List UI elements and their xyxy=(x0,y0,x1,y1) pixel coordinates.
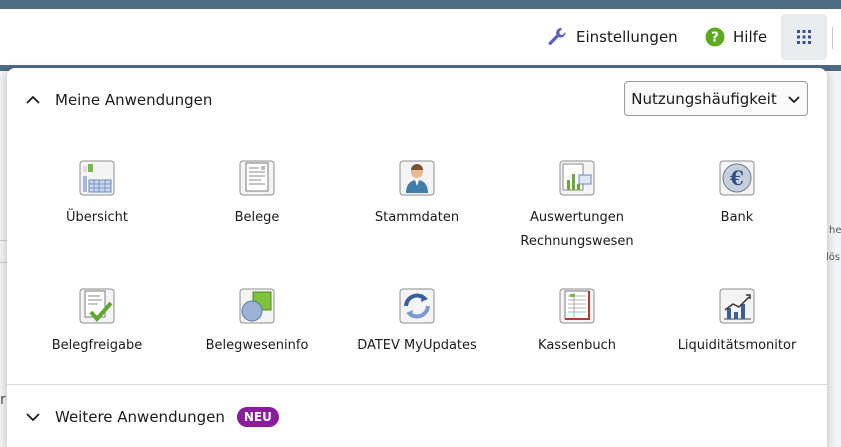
more-apps-title: Weitere Anwendungen xyxy=(55,408,225,426)
updates-icon xyxy=(399,288,435,324)
receipts-icon xyxy=(239,160,275,196)
app-label: Übersicht xyxy=(66,210,128,225)
reports-icon xyxy=(559,160,595,196)
help-icon: ? xyxy=(705,27,725,47)
svg-text:?: ? xyxy=(711,31,719,46)
my-apps-header[interactable]: Meine Anwendungen xyxy=(25,86,212,114)
sort-dropdown[interactable]: Nutzungshäufigkeit xyxy=(624,81,808,116)
chevron-down-icon xyxy=(26,413,40,422)
app-label: Belege xyxy=(234,210,280,225)
app-tile-overview[interactable]: Übersicht xyxy=(27,158,167,230)
euro-icon: € xyxy=(719,160,755,196)
cashbook-icon xyxy=(559,288,595,324)
settings-label: Einstellungen xyxy=(576,28,678,46)
sort-dropdown-label: Nutzungshäufigkeit xyxy=(631,89,777,108)
receipt-approval-icon xyxy=(79,288,115,324)
background-text: r xyxy=(0,392,6,408)
help-button[interactable]: ? Hilfe xyxy=(705,9,767,65)
top-bar: Einstellungen ? Hilfe xyxy=(0,9,841,65)
app-tile-cashbook[interactable]: Kassenbuch xyxy=(507,286,647,358)
app-grid-icon xyxy=(797,30,811,44)
app-label: Belegfreigabe xyxy=(51,338,143,353)
app-tile-receipt-info[interactable]: Belegweseninfo xyxy=(187,286,327,358)
app-launcher-button[interactable] xyxy=(781,14,827,60)
app-tile-reports[interactable]: Auswertungen Rechnungswesen xyxy=(507,158,647,254)
app-label: Stammdaten xyxy=(374,210,460,225)
app-label: Bank xyxy=(720,210,754,225)
app-tile-receipt-approval[interactable]: Belegfreigabe xyxy=(27,286,167,358)
app-label: Belegweseninfo xyxy=(205,338,309,353)
app-tile-receipts[interactable]: Belege xyxy=(187,158,327,230)
liquidity-chart-icon xyxy=(719,288,755,324)
settings-button[interactable]: Einstellungen xyxy=(546,9,678,65)
svg-text:€: € xyxy=(729,166,744,190)
applications-panel: Meine Anwendungen Nutzungshäufigkeit Übe… xyxy=(7,68,827,447)
top-accent-strip xyxy=(0,0,841,9)
receipt-info-icon xyxy=(239,288,275,324)
section-divider xyxy=(7,384,827,385)
background-text: he xyxy=(829,225,841,236)
wrench-icon xyxy=(548,28,566,45)
chevron-up-icon xyxy=(26,95,40,104)
app-label: DATEV MyUpdates xyxy=(357,338,477,353)
app-tile-myupdates[interactable]: DATEV MyUpdates xyxy=(347,286,487,358)
app-label: Auswertungen Rechnungswesen xyxy=(520,210,634,249)
background-text: lös xyxy=(826,252,841,263)
overview-icon xyxy=(79,160,115,196)
toolbar-divider xyxy=(832,27,833,49)
app-tile-liquidity-monitor[interactable]: Liquiditätsmonitor xyxy=(667,286,807,358)
more-apps-header[interactable]: Weitere Anwendungen NEU xyxy=(25,403,279,431)
app-label: Liquiditätsmonitor xyxy=(677,338,797,353)
chevron-down-icon xyxy=(788,95,800,103)
app-tile-bank[interactable]: € Bank xyxy=(667,158,807,230)
my-apps-title: Meine Anwendungen xyxy=(55,91,213,109)
new-badge: NEU xyxy=(236,407,279,427)
app-tile-master-data[interactable]: Stammdaten xyxy=(347,158,487,230)
app-label: Kassenbuch xyxy=(538,338,616,353)
help-label: Hilfe xyxy=(733,28,768,46)
person-icon xyxy=(399,160,435,196)
